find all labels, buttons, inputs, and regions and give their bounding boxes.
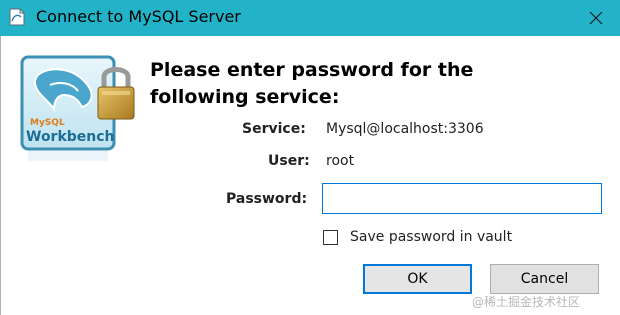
cancel-button[interactable]: Cancel bbox=[490, 264, 599, 294]
watermark: @稀土掘金技术社区 bbox=[472, 295, 581, 309]
window-border bbox=[0, 36, 1, 315]
connect-dialog: Connect to MySQL Server MySQL Workbench … bbox=[0, 0, 620, 315]
heading-line-1: Please enter password for the bbox=[150, 59, 474, 81]
close-icon[interactable] bbox=[576, 0, 616, 36]
service-label: Service: bbox=[242, 121, 306, 137]
password-label: Password: bbox=[226, 191, 308, 207]
padlock-icon bbox=[97, 67, 135, 120]
title-bar[interactable]: Connect to MySQL Server bbox=[0, 0, 620, 36]
window-title: Connect to MySQL Server bbox=[36, 7, 241, 26]
mysql-workbench-logo: MySQL Workbench bbox=[20, 55, 138, 165]
save-password-label[interactable]: Save password in vault bbox=[350, 229, 512, 245]
logo-text-workbench: Workbench bbox=[26, 129, 115, 145]
user-value: root bbox=[326, 153, 355, 169]
service-value: Mysql@localhost:3306 bbox=[326, 121, 484, 137]
user-label: User: bbox=[268, 153, 310, 169]
mysql-workbench-app-icon bbox=[9, 8, 25, 26]
ok-button[interactable]: OK bbox=[363, 264, 472, 294]
heading-line-2: following service: bbox=[150, 86, 340, 108]
save-password-checkbox[interactable] bbox=[323, 230, 338, 245]
logo-text-mysql: MySQL bbox=[30, 118, 65, 128]
dialog-heading: Please enter password for the following … bbox=[150, 57, 550, 111]
password-field[interactable] bbox=[322, 183, 602, 214]
